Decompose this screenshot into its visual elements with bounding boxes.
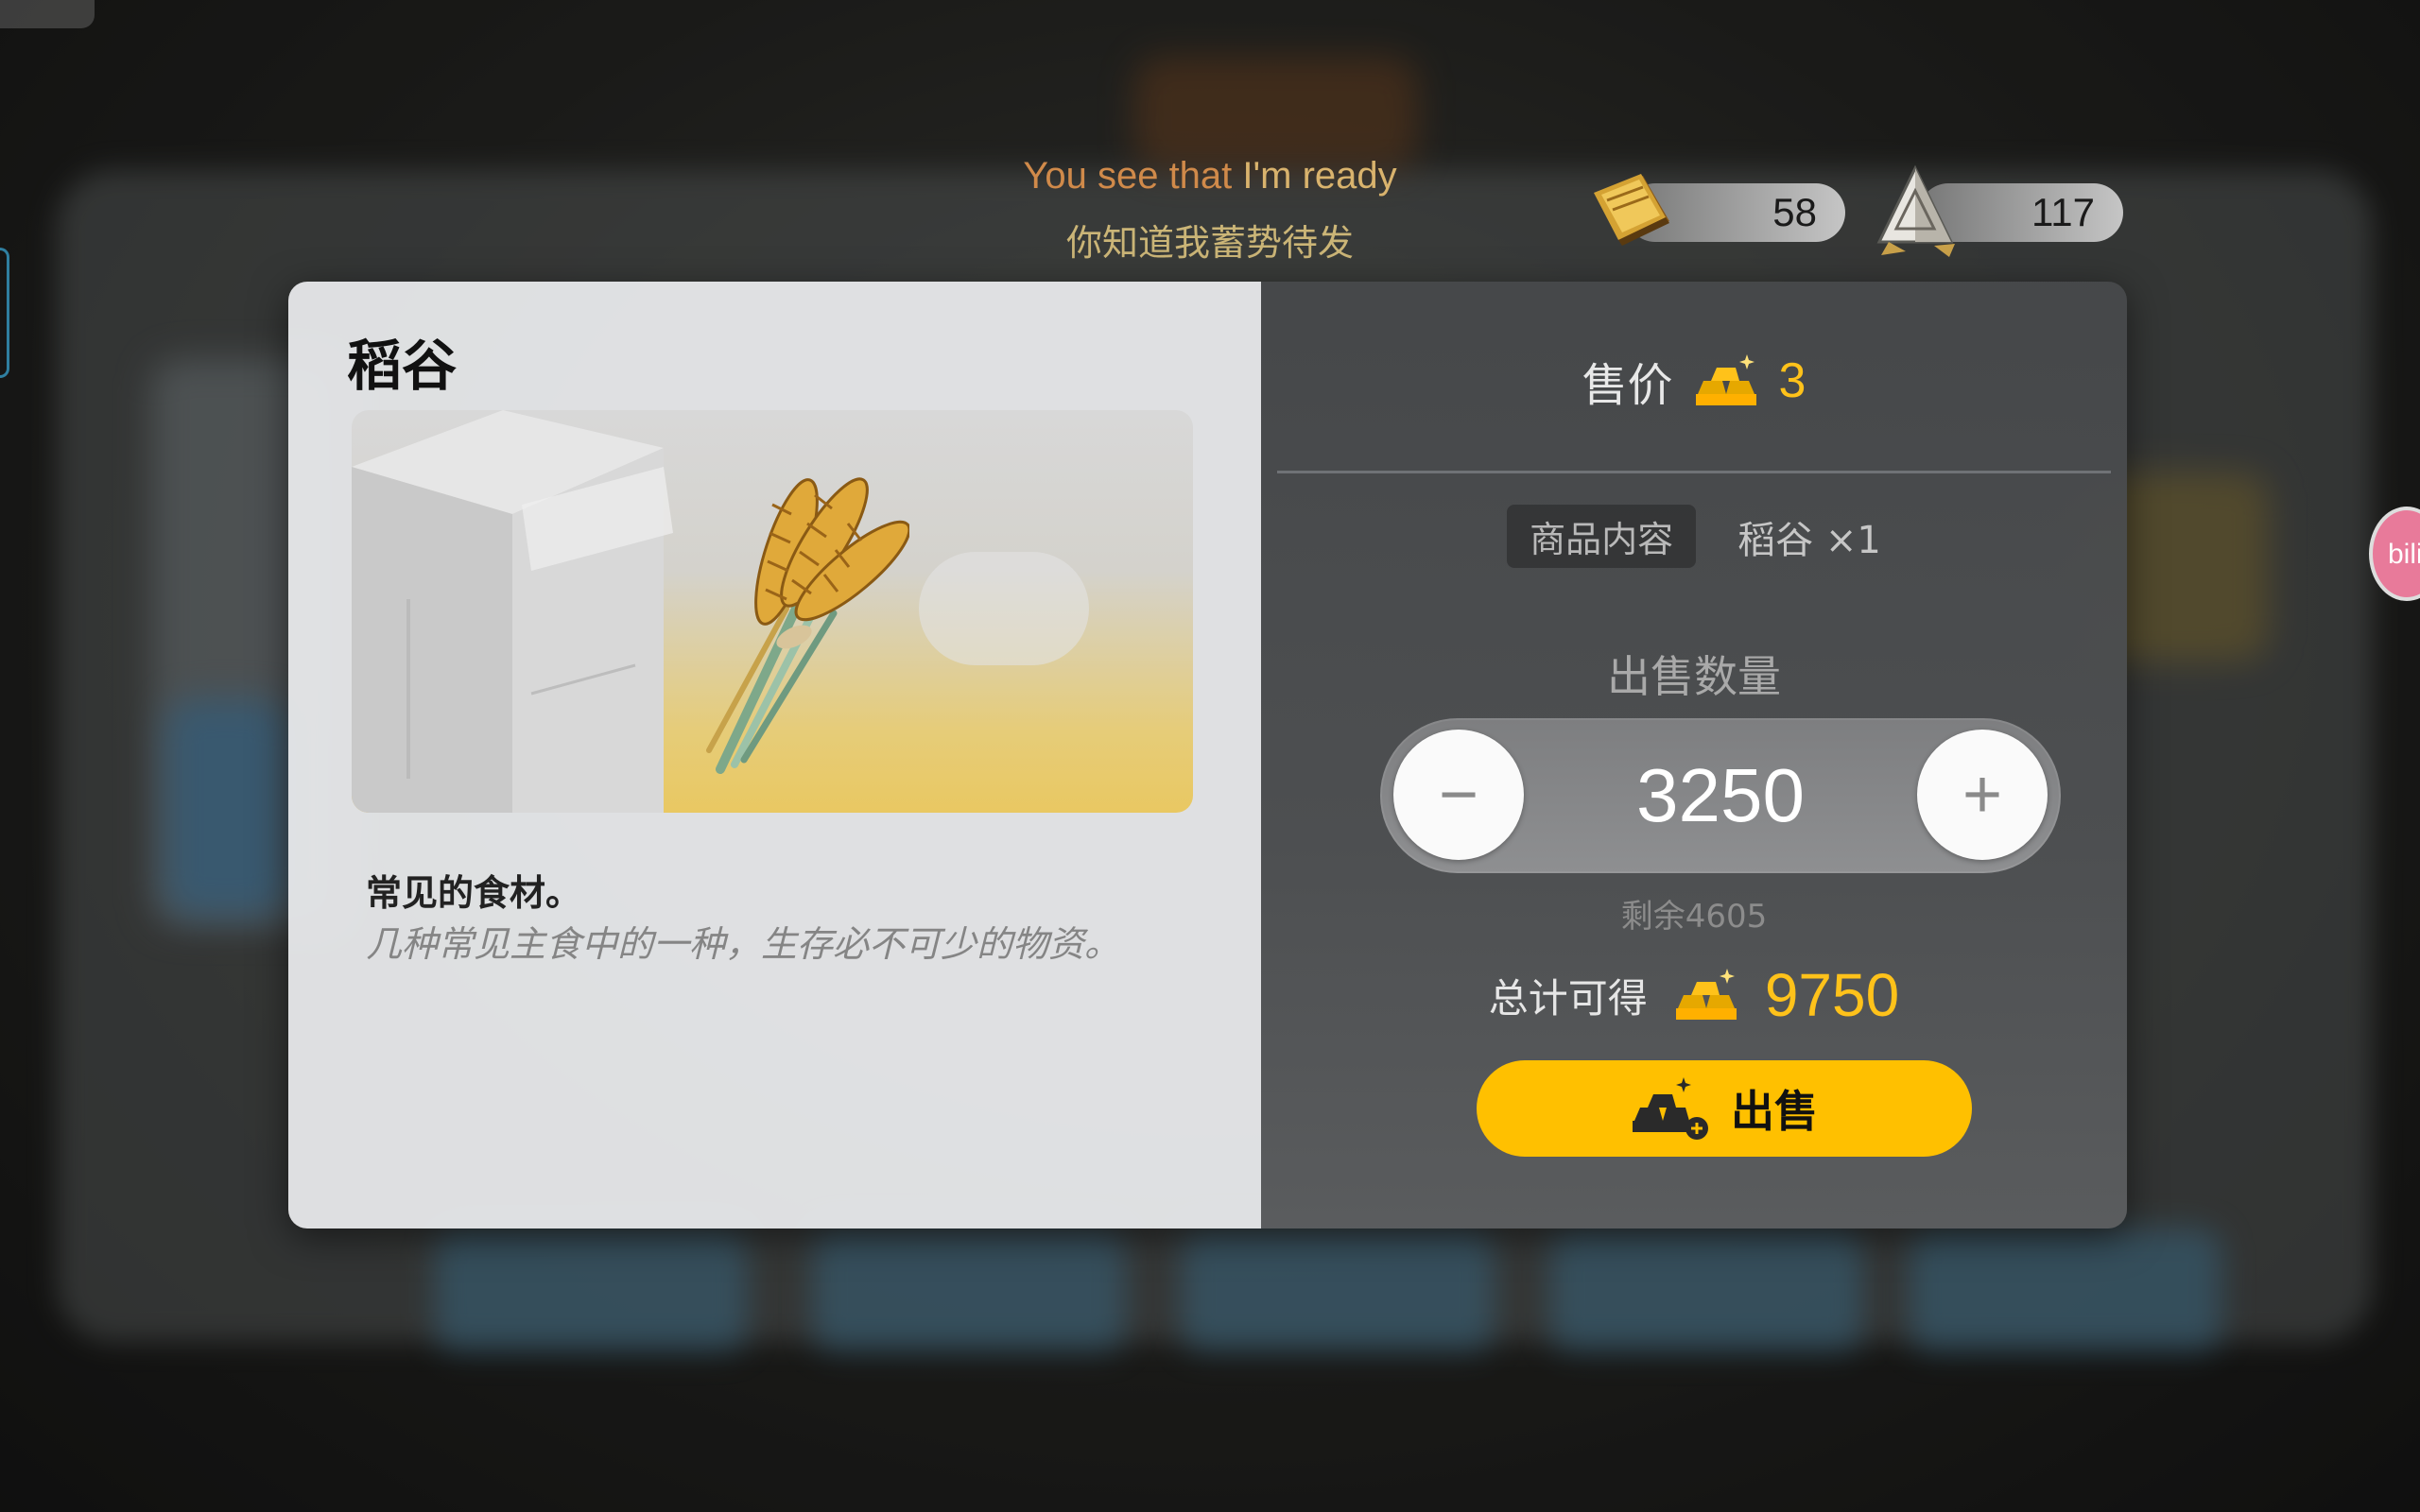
item-info-panel: 稻谷 常见的食材。 几种常见主食中的一种，生存必不可少的物资。: [288, 282, 1261, 1228]
quantity-label: 出售数量: [1607, 651, 1781, 702]
quantity-stepper: − 3250 +: [1380, 718, 2061, 873]
corner-tab: [0, 0, 95, 28]
remaining-stock: 剩余4605: [1620, 898, 1768, 936]
total-value: 9750: [1764, 961, 1900, 1029]
content-label-tag: 商品内容: [1507, 505, 1697, 568]
item-image-frame: [352, 410, 1193, 813]
subtitle-english-part2: I'm ready: [1242, 155, 1397, 197]
price-row: 售价 3: [1261, 348, 2127, 414]
content-value: 稻谷 ×1: [1737, 518, 1881, 562]
gold-book-icon: [1594, 174, 1669, 246]
item-flavor-text: 几种常见主食中的一种，生存必不可少的物资。: [366, 923, 1121, 965]
sell-button[interactable]: 出售: [1477, 1060, 1972, 1157]
subtitle-english-part1: You see that: [1023, 155, 1243, 197]
bilibili-badge-label: bili: [2388, 539, 2420, 570]
total-row: 总计可得 9750: [1261, 960, 2127, 1030]
plus-icon: +: [1962, 757, 2003, 833]
price-label: 售价: [1582, 359, 1673, 412]
price-value: 3: [1778, 353, 1806, 408]
divider: [1277, 471, 2111, 473]
sell-button-label: 出售: [1731, 1086, 1818, 1137]
total-label: 总计可得: [1488, 974, 1648, 1022]
increase-quantity-button[interactable]: +: [1917, 730, 2048, 860]
content-row: 商品内容 稻谷 ×1: [1261, 505, 2127, 568]
gold-bars-add-icon: [1633, 1077, 1708, 1140]
sell-item-dialog: 稻谷 常见的食材。 几种常见主食中的一种，生存必不可少的物资。 售价 3 商品内…: [288, 282, 2127, 1228]
currency-crystal-value: 117: [2031, 190, 2095, 234]
wheat-bundle-icon: [706, 477, 909, 774]
left-edge-tab[interactable]: [0, 248, 9, 378]
sell-panel: 售价 3 商品内容 稻谷 ×1 出售数量 − 3250 + 剩余4605 总计可…: [1261, 282, 2127, 1228]
gold-bars-icon: [1695, 354, 1756, 405]
gold-bars-icon: [1675, 969, 1737, 1020]
item-description: 常见的食材。: [366, 872, 582, 914]
item-name: 稻谷: [347, 334, 458, 398]
currency-book-value: 58: [1772, 190, 1817, 234]
crystal-pyramid-icon: [1876, 164, 1955, 257]
